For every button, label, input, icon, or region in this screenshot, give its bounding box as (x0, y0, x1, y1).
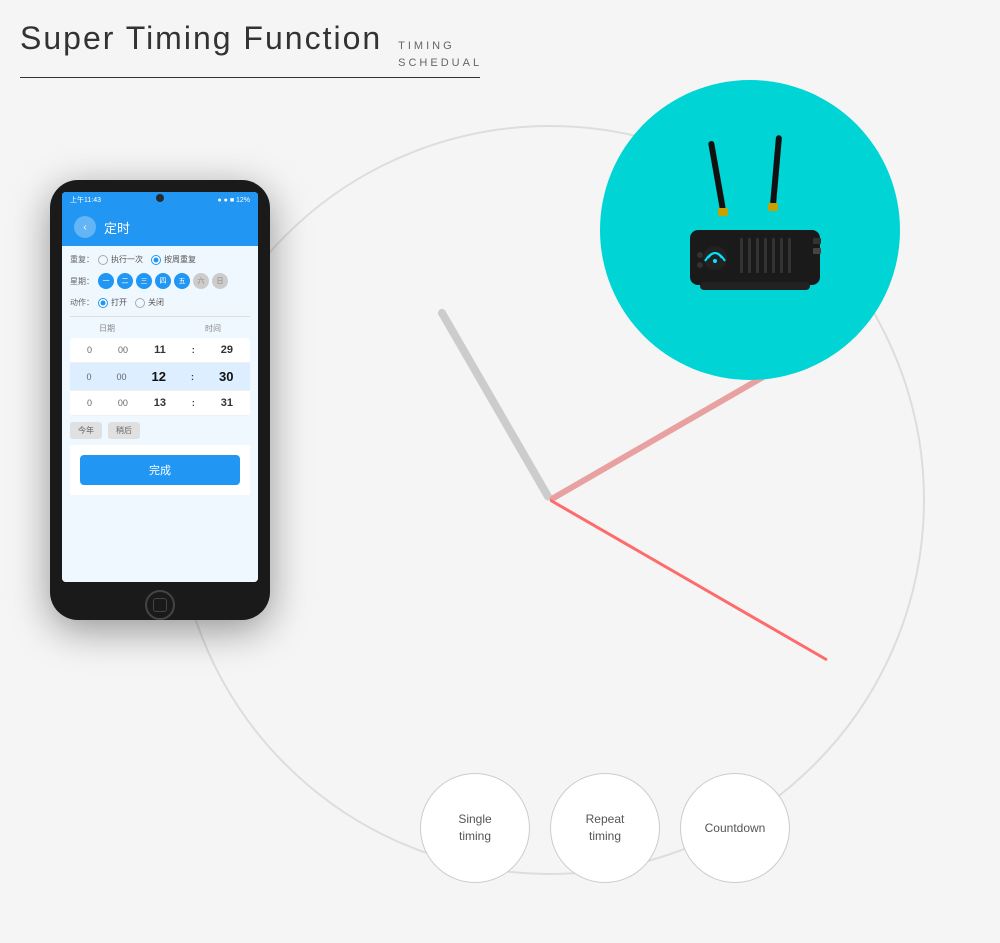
day-thu[interactable]: 四 (155, 273, 171, 289)
option-repeat[interactable]: 按周重复 (151, 254, 196, 265)
phone-mockup: 上午11:43 ● ● ■ 12% ‹ 定时 重复： 执行一次 (50, 180, 270, 620)
weekday-label: 星期： (70, 276, 98, 287)
time-row-1[interactable]: 0 00 11 : 29 (70, 338, 250, 363)
action-off-label: 关闭 (148, 297, 164, 308)
time-table-header: 日期 时间 (70, 323, 250, 334)
col-time-label: 时间 (205, 323, 221, 334)
action-label: 动作： (70, 297, 98, 308)
feature-repeat-line2: timing (589, 828, 621, 845)
time-row-2[interactable]: 0 00 12 : 30 (70, 363, 250, 391)
action-on-label: 打开 (111, 297, 127, 308)
feature-countdown-line1: Countdown (705, 820, 766, 837)
subtitle-line2: SCHEDUAL (398, 56, 482, 71)
subtitle-line1: TIMING (398, 39, 482, 54)
h-2: 12 (152, 369, 166, 384)
phone-screen: 上午11:43 ● ● ■ 12% ‹ 定时 重复： 执行一次 (62, 192, 258, 582)
h-1: 11 (154, 344, 166, 356)
device-container (600, 80, 900, 380)
btn-this-year[interactable]: 今年 (70, 422, 102, 439)
m-3: 31 (221, 397, 233, 409)
phone-camera (156, 194, 164, 202)
phone-body: 上午11:43 ● ● ■ 12% ‹ 定时 重复： 执行一次 (50, 180, 270, 620)
option-repeat-label: 按周重复 (164, 254, 196, 265)
option-single-label: 执行一次 (111, 254, 143, 265)
hour-hand (437, 307, 554, 502)
col-date-label: 日期 (99, 323, 115, 334)
page-header: Super Timing Function TIMING SCHEDUAL (20, 20, 482, 78)
radio-off (135, 298, 145, 308)
m-2: 30 (219, 369, 233, 384)
action-buttons: 今年 稍后 (70, 422, 250, 439)
repeat-options: 执行一次 按周重复 (98, 254, 196, 265)
day-fri[interactable]: 五 (174, 273, 190, 289)
day-wed[interactable]: 三 (136, 273, 152, 289)
repeat-row: 重复： 执行一次 按周重复 (70, 254, 250, 265)
nav-title: 定时 (104, 218, 130, 237)
date-1: 0 (87, 345, 92, 355)
feature-countdown: Countdown (680, 773, 790, 883)
back-icon: ‹ (83, 222, 86, 233)
device-circle (600, 80, 900, 380)
radio-single (98, 255, 108, 265)
feature-single: Single timing (420, 773, 530, 883)
page-title: Super Timing Function (20, 20, 382, 57)
feature-repeat: Repeat timing (550, 773, 660, 883)
weekday-row: 星期： 一 二 三 四 五 六 日 (70, 273, 250, 289)
btn-complete[interactable]: 完成 (80, 455, 240, 485)
repeat-label: 重复： (70, 254, 98, 265)
feature-single-line1: Single (458, 811, 491, 828)
status-time: 上午11:43 (70, 195, 101, 205)
features-section: Single timing Repeat timing Countdown (420, 773, 790, 883)
option-single[interactable]: 执行一次 (98, 254, 143, 265)
time-row-3[interactable]: 0 00 13 : 31 (70, 391, 250, 416)
time-rows: 0 00 11 : 29 0 00 12 : 30 0 (70, 338, 250, 416)
phone-footer: 完成 (70, 445, 250, 495)
day-sun[interactable]: 日 (212, 273, 228, 289)
second-hand (549, 499, 828, 662)
feature-single-line2: timing (459, 828, 491, 845)
hour-1: 00 (118, 345, 128, 355)
day-badges: 一 二 三 四 五 六 日 (98, 273, 228, 289)
phone-content: 重复： 执行一次 按周重复 星期： (62, 246, 258, 582)
home-button-inner (153, 598, 167, 612)
h-3: 13 (154, 397, 166, 409)
m-1: 29 (221, 344, 233, 356)
date-3: 0 (87, 398, 92, 408)
back-button[interactable]: ‹ (74, 216, 96, 238)
phone-nav-bar: ‹ 定时 (62, 208, 258, 246)
action-row: 动作： 打开 关闭 (70, 297, 250, 308)
radio-on (98, 298, 108, 308)
day-tue[interactable]: 二 (117, 273, 133, 289)
day-mon[interactable]: 一 (98, 273, 114, 289)
hour-3: 00 (118, 398, 128, 408)
action-options: 打开 关闭 (98, 297, 164, 308)
router-svg (650, 130, 850, 330)
date-2: 0 (87, 372, 92, 382)
btn-later[interactable]: 稍后 (108, 422, 140, 439)
action-off[interactable]: 关闭 (135, 297, 164, 308)
header-divider (20, 77, 480, 78)
day-sat[interactable]: 六 (193, 273, 209, 289)
content-divider (70, 316, 250, 317)
action-on[interactable]: 打开 (98, 297, 127, 308)
status-icons: ● ● ■ 12% (217, 197, 250, 204)
feature-repeat-line1: Repeat (586, 811, 625, 828)
home-button[interactable] (145, 590, 175, 620)
radio-repeat (151, 255, 161, 265)
hour-2: 00 (117, 372, 127, 382)
